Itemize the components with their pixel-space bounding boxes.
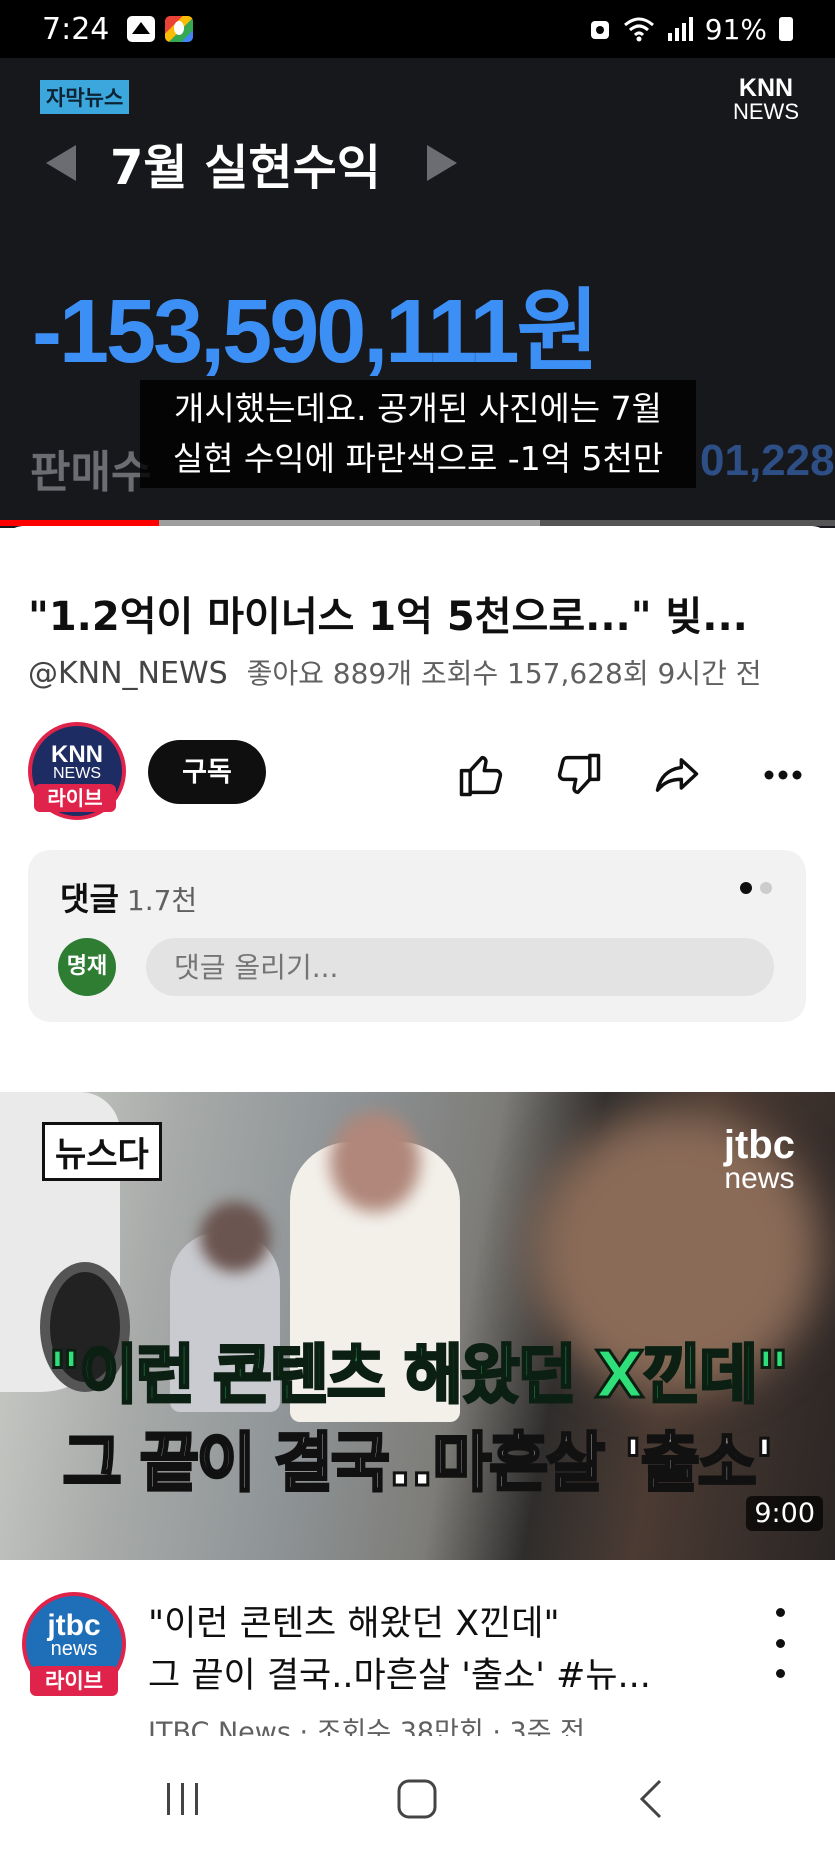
comments-title: 댓글 <box>60 880 119 918</box>
knn-logo-top: KNN <box>738 74 794 102</box>
caption-line-2: 실현 수익에 파란색으로 -1억 5천만 <box>172 439 664 478</box>
thumb-logo-top: jtbc <box>723 1123 795 1167</box>
battery-percent: 91% <box>704 12 767 46</box>
rec-title-line-2: 그 끝이 결국..마흔살 '출소' #뉴... <box>148 1656 651 1696</box>
rec-title-line-1: "이런 콘텐츠 해왔던 X낀데" <box>148 1604 560 1644</box>
live-badge: 라이브 <box>34 784 116 812</box>
share-icon <box>655 758 699 792</box>
more-vertical-icon <box>775 1608 785 1617</box>
system-nav-bar <box>0 1740 835 1856</box>
comments-panel[interactable]: 댓글 1.7천 명재 <box>28 850 806 1022</box>
thumb-headline-1: "이런 콘텐츠 해왔던 X낀데" <box>46 1338 791 1415</box>
status-time: 7:24 <box>42 11 110 47</box>
gallery-icon <box>127 16 156 42</box>
rec-live-badge: 라이브 <box>30 1666 118 1696</box>
thumb-headline-2: 그 끝이 결국..마흔살 '출소' <box>61 1426 775 1503</box>
video-stats: 좋아요 889개 조회수 157,628회 9시간 전 <box>246 657 762 690</box>
recommended-video-thumbnail[interactable]: 뉴스다 jtbc news "이런 콘텐츠 해왔던 X낀데" 그 끝이 결국..… <box>0 1092 835 1560</box>
comments-header: 댓글 1.7천 <box>60 874 197 920</box>
share-button[interactable] <box>648 746 706 804</box>
thumbs-up-icon <box>459 755 503 797</box>
comments-pager-dots <box>740 882 772 894</box>
video-duration: 9:00 <box>746 1496 823 1531</box>
like-button[interactable] <box>452 746 510 804</box>
user-avatar: 명재 <box>58 938 116 996</box>
battery-icon <box>779 17 793 41</box>
rec-video-meta: JTBC News · 조회수 38만회 · 3주 전 <box>148 1717 585 1736</box>
back-button[interactable] <box>616 1774 686 1824</box>
bg-right-text: 01,228 <box>700 436 835 485</box>
comment-input[interactable] <box>146 938 774 996</box>
rec-video-title[interactable]: "이런 콘텐츠 해왔던 X낀데" 그 끝이 결국..마흔살 '출소' #뉴... <box>148 1598 728 1702</box>
subtitle-caption: 개시했는데요. 공개된 사진에는 7월 실현 수익에 파란색으로 -1억 5천만 <box>140 380 696 488</box>
dislike-button[interactable] <box>550 746 608 804</box>
month-row: 7월 실현수익 <box>46 128 457 198</box>
video-title[interactable]: "1.2억이 마이너스 1억 5천으로..." 빚... <box>28 584 788 642</box>
knn-logo-bottom: NEWS <box>733 99 799 124</box>
month-title: 7월 실현수익 <box>110 140 381 196</box>
thumb-program-badge: 뉴스다 <box>42 1122 162 1181</box>
more-horizontal-icon <box>764 770 802 780</box>
recent-apps-icon <box>167 1783 198 1815</box>
maps-icon <box>165 16 194 42</box>
more-actions-button[interactable] <box>754 746 812 804</box>
caption-line-1: 개시했는데요. 공개된 사진에는 7월 <box>174 389 662 428</box>
next-arrow-icon <box>426 145 457 181</box>
wifi-icon <box>623 17 654 42</box>
recommended-video-info[interactable]: jtbc news 라이브 "이런 콘텐츠 해왔던 X낀데" 그 끝이 결국..… <box>0 1570 835 1740</box>
rec-logo-top: jtbc <box>47 1609 101 1642</box>
prev-arrow-icon <box>46 145 76 181</box>
home-icon <box>397 1779 437 1819</box>
thumbs-down-icon <box>557 753 601 795</box>
thumb-child-head <box>200 1202 270 1272</box>
channel-logo-bottom: NEWS <box>53 765 101 782</box>
status-bar: 7:24 91% <box>0 0 835 58</box>
comments-count: 1.7천 <box>126 884 198 917</box>
thumb-logo-bottom: news <box>724 1162 795 1195</box>
channel-action-row: KNN NEWS 라이브 구독 <box>28 722 818 822</box>
thumb-man-head <box>330 1112 420 1212</box>
loss-amount: -153,590,111원 <box>32 282 599 382</box>
channel-handle[interactable]: @KNN_NEWS <box>28 656 228 691</box>
signal-icon <box>667 17 693 41</box>
recycle-icon <box>590 21 609 39</box>
jtbc-news-logo: jtbc news <box>724 1125 795 1196</box>
channel-logo-top: KNN <box>51 741 103 768</box>
knn-news-logo: KNN NEWS <box>733 76 799 124</box>
back-icon <box>639 1779 662 1819</box>
rec-more-button[interactable] <box>765 1608 795 1678</box>
video-meta[interactable]: @KNN_NEWS 좋아요 889개 조회수 157,628회 9시간 전 <box>28 652 762 692</box>
video-badge: 자막뉴스 <box>40 80 130 114</box>
recent-apps-button[interactable] <box>148 1774 218 1824</box>
home-button[interactable] <box>382 1774 452 1824</box>
video-player[interactable]: 자막뉴스 KNN NEWS 7월 실현수익 -153,590,111원 판매수 … <box>0 58 835 528</box>
subscribe-button[interactable]: 구독 <box>148 740 266 804</box>
rec-logo-bottom: news <box>50 1638 98 1660</box>
bg-left-text: 판매수 <box>30 447 152 498</box>
